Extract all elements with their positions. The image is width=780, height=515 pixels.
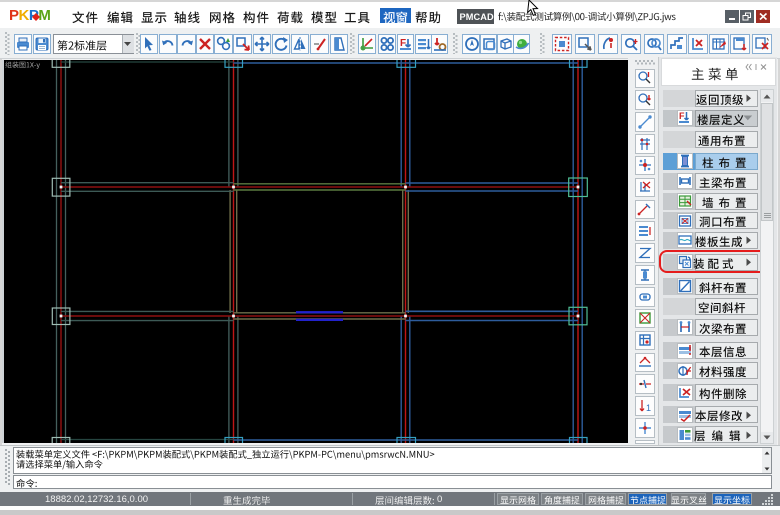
svg-text:F: F: [679, 111, 685, 121]
svg-text:F: F: [400, 38, 406, 49]
svg-text:1: 1: [646, 403, 651, 413]
